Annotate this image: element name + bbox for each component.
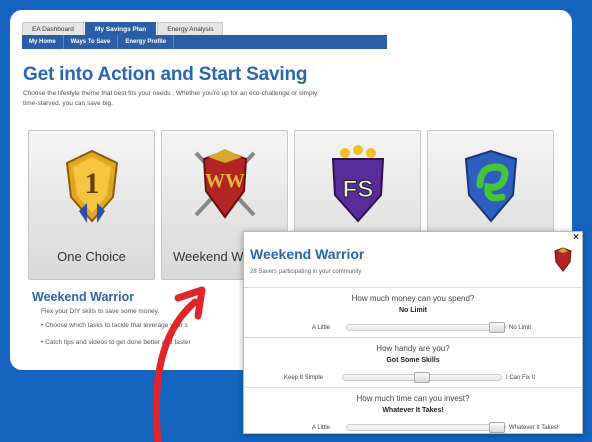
fs-badge-text: FS xyxy=(343,176,374,203)
page-heading: Get into Action and Start Saving xyxy=(23,64,308,85)
question-time: How much time can you invest? Whatever I… xyxy=(244,387,582,435)
slider-thumb[interactable] xyxy=(489,422,505,433)
question-text: How handy are you? xyxy=(376,344,450,353)
slider-max-label: No Limit xyxy=(509,325,532,331)
ww-badge-text: WW xyxy=(205,170,245,192)
subnav-my-home[interactable]: My Home xyxy=(22,35,64,49)
fs-shield-icon: FS xyxy=(331,145,385,223)
intro-text: Choose the lifestyle theme that best fit… xyxy=(23,90,318,107)
weekend-warrior-shield-icon: WW xyxy=(194,149,256,219)
tab-my-savings-plan[interactable]: My Savings Plan xyxy=(84,22,157,35)
weekend-warrior-small-shield-icon xyxy=(554,247,572,272)
time-slider[interactable] xyxy=(346,422,506,433)
slider-min-label: Keep It Simple xyxy=(284,375,324,381)
slider-thumb[interactable] xyxy=(489,322,505,333)
close-icon[interactable]: × xyxy=(573,232,579,243)
question-money: How much money can you spend? No Limit A… xyxy=(244,287,582,337)
question-text: How much money can you spend? xyxy=(351,294,475,303)
slider-min-label: A Little xyxy=(312,425,331,431)
one-badge-text: 1 xyxy=(85,167,100,200)
top-tabs: EA Dashboard My Savings Plan Energy Anal… xyxy=(22,22,224,35)
slider-max-label: Whatever It Takes! xyxy=(509,425,559,431)
card-label-one-choice: One Choice xyxy=(57,249,126,264)
eco-shield-icon xyxy=(464,149,518,223)
subnav-energy-profile[interactable]: Energy Profile xyxy=(118,35,175,49)
answer-text: No Limit xyxy=(399,307,427,314)
slider-min-label: A Little xyxy=(312,325,331,331)
red-arrow-icon xyxy=(152,286,206,442)
popup-subtitle: 28 Savers participating in your communit… xyxy=(250,269,362,275)
tab-energy-analysis[interactable]: Energy Analysis xyxy=(157,22,224,35)
theme-card-one-choice[interactable]: 1 One Choice xyxy=(28,130,155,280)
slider-max-label: I Can Fix It xyxy=(506,375,536,381)
question-handy: How handy are you? Got Some Skills Keep … xyxy=(244,337,582,387)
tab-ea-dashboard[interactable]: EA Dashboard xyxy=(22,22,84,35)
answer-text: Got Some Skills xyxy=(386,357,440,364)
weekend-warrior-heading: Weekend Warrior xyxy=(32,290,135,304)
sub-navigation: My Home Ways To Save Energy Profile xyxy=(22,35,387,49)
money-slider[interactable] xyxy=(346,322,506,333)
question-text: How much time can you invest? xyxy=(356,394,470,403)
answer-text: Whatever It Takes! xyxy=(382,407,444,414)
weekend-warrior-popup: × Weekend Warrior 28 Savers participatin… xyxy=(243,231,583,434)
popup-title: Weekend Warrior xyxy=(250,246,365,262)
handy-slider[interactable] xyxy=(342,372,502,383)
slider-thumb[interactable] xyxy=(414,372,430,383)
one-choice-badge-icon: 1 xyxy=(65,149,119,223)
subnav-ways-to-save[interactable]: Ways To Save xyxy=(64,35,119,49)
